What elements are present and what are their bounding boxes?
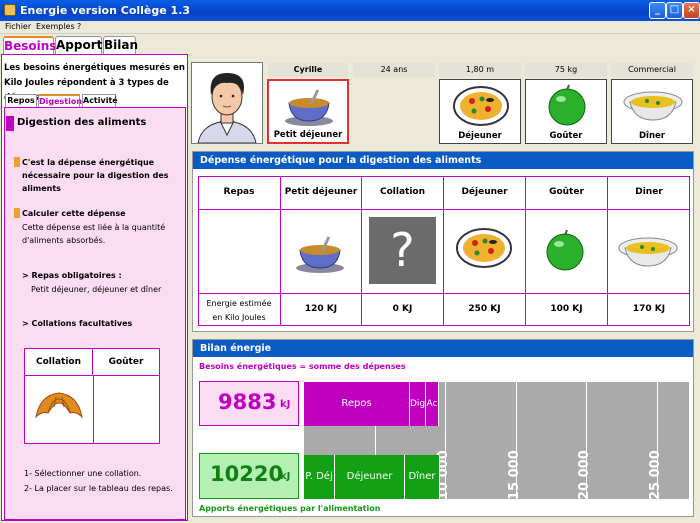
besoins-total-box: 9883 kJ — [199, 381, 299, 426]
meal-petit-dejeuner[interactable]: Petit déjeuner — [267, 79, 349, 144]
bar-digestion: Dig — [410, 382, 426, 426]
person-portrait-icon — [197, 73, 257, 144]
apple-icon — [548, 84, 586, 126]
question-placeholder-icon[interactable]: ? — [369, 217, 436, 284]
besoins-total: 9883 — [218, 390, 277, 414]
header-gouter: Goûter — [549, 187, 584, 197]
instruction-2: 2- La placer sur le tableau des repas. — [24, 484, 173, 493]
title-bar: Energie version Collège 1.3 _ □ × — [0, 0, 700, 21]
value-gouter: 100 KJ — [550, 304, 583, 314]
bar-petit-dejeuner: P. Déj — [304, 455, 335, 499]
meal-gouter[interactable]: Goûter — [525, 79, 607, 144]
menu-help[interactable]: ? — [77, 22, 81, 31]
point1-text: C'est la dépense énergétique nécessaire … — [22, 158, 169, 193]
person-name: Cyrille — [268, 63, 348, 77]
tab-bilan[interactable]: Bilan — [103, 36, 138, 54]
value-petit-dejeuner: 120 KJ — [304, 304, 338, 314]
soup-bowl-icon — [285, 89, 333, 126]
person-job: Commercial — [611, 63, 693, 77]
section-title: Digestion des aliments — [17, 117, 147, 128]
repas-obligatoires-title: > Repas obligatoires : — [22, 271, 122, 280]
meal-label: Goûter — [549, 131, 583, 141]
besoins-label: Besoins énergétiques = somme des dépense… — [199, 362, 406, 371]
point2-title: Calculer cette dépense — [22, 209, 126, 218]
minimize-button[interactable]: _ — [649, 2, 666, 19]
menu-bar: Fichier Exemples ? — [0, 21, 700, 34]
section-marker — [6, 116, 14, 131]
person-age: 24 ans — [353, 63, 435, 77]
subtab-activite[interactable]: Activité — [82, 94, 118, 107]
section-header: Dépense énergétique pour la digestion de… — [193, 152, 693, 169]
apple-icon[interactable] — [544, 228, 586, 272]
tick-label: 20 000 — [577, 450, 592, 500]
value-diner: 170 KJ — [632, 304, 666, 314]
unit-label: kJ — [280, 471, 291, 482]
subtab-repos[interactable]: Repos — [5, 94, 37, 107]
meal-label: Petit déjeuner — [273, 130, 343, 140]
tab-besoins[interactable]: Besoins — [3, 36, 56, 55]
maximize-button[interactable]: □ — [666, 2, 683, 19]
header-collation: Collation — [379, 187, 425, 197]
collations-title: > Collations facultatives — [22, 319, 133, 328]
row-label: Energie estimée en Kilo Joules — [206, 299, 272, 322]
repas-obligatoires-text: Petit déjeuner, déjeuner et dîner — [31, 285, 162, 294]
soup-plate-icon — [623, 91, 683, 121]
app-icon — [4, 4, 16, 16]
meal-dejeuner[interactable]: Déjeuner — [439, 79, 521, 144]
tick-label: 15 000 — [507, 450, 522, 500]
paella-plate-icon[interactable] — [455, 226, 513, 268]
unit-label: kJ — [280, 399, 291, 410]
subtab-digestion[interactable]: Digestion — [38, 94, 82, 107]
paella-plate-icon — [453, 86, 509, 126]
close-button[interactable]: × — [683, 2, 700, 19]
section-header: Bilan énergie — [193, 340, 693, 357]
bullet-marker — [14, 208, 20, 218]
soup-bowl-icon[interactable] — [290, 234, 350, 274]
person-weight: 75 kg — [525, 63, 607, 77]
collation-table: Collation Goûter — [24, 348, 160, 444]
bullet-marker — [14, 157, 20, 167]
apports-total: 10220 — [210, 462, 284, 486]
tick-label: 25 000 — [648, 450, 663, 500]
header-petit-dejeuner: Petit déjeuner — [284, 187, 358, 197]
croissant-icon[interactable] — [32, 389, 86, 425]
header-repas: Repas — [223, 187, 255, 197]
menu-exemples[interactable]: Exemples — [36, 22, 75, 31]
meal-diner[interactable]: Dîner — [611, 79, 693, 144]
collation-header: Collation — [25, 349, 93, 376]
apports-total-box: 10220 kJ — [199, 453, 299, 499]
bar-repos: Repos — [304, 382, 410, 426]
gouter-header: Goûter — [93, 349, 159, 376]
point2-text: Cette dépense est liée à la quantité d'a… — [22, 223, 166, 245]
bar-dejeuner: Déjeuner — [335, 455, 405, 499]
person-height: 1,80 m — [439, 63, 521, 77]
bar-diner: Dîner — [405, 455, 440, 499]
menu-fichier[interactable]: Fichier — [5, 22, 31, 31]
window-title: Energie version Collège 1.3 — [20, 4, 191, 17]
value-collation: 0 KJ — [392, 304, 413, 314]
header-diner: Diner — [635, 187, 663, 197]
bar-activite: Ac — [426, 382, 439, 426]
value-dejeuner: 250 KJ — [468, 304, 501, 314]
apports-label: Apports énergétiques par l'alimentation — [199, 504, 381, 513]
meal-label: Déjeuner — [458, 131, 502, 141]
tab-apports[interactable]: Apports — [55, 36, 110, 54]
instruction-1: 1- Sélectionner une collation. — [24, 469, 142, 478]
header-dejeuner: Déjeuner — [461, 187, 508, 197]
meal-label: Dîner — [639, 131, 665, 141]
soup-plate-icon[interactable] — [617, 234, 679, 270]
avatar — [191, 62, 263, 144]
